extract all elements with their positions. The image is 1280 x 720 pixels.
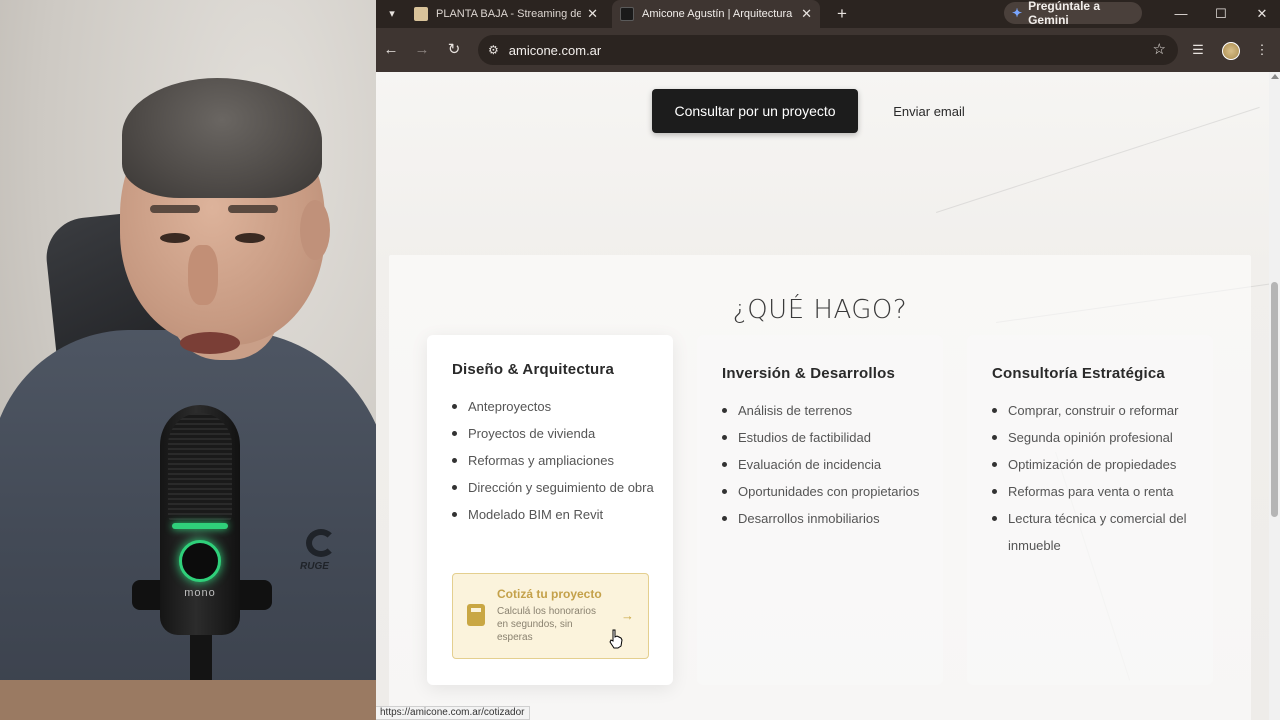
tab-title: Amicone Agustín | Arquitectura: [642, 8, 793, 20]
person-nose: [188, 245, 218, 305]
tab-amicone[interactable]: Amicone Agustín | Arquitectura ✕: [612, 0, 820, 28]
consult-project-button[interactable]: Consultar por un proyecto: [652, 89, 858, 133]
browser-window: ▾ PLANTA BAJA - Streaming de A ✕ Amicone…: [376, 0, 1280, 720]
quote-title: Cotizá tu proyecto: [497, 587, 602, 601]
list-item: Reformas y ampliaciones: [452, 447, 657, 474]
scrollbar-thumb[interactable]: [1271, 282, 1278, 517]
microphone: mono: [160, 405, 240, 635]
section-title: ¿QUÉ HAGO?: [732, 295, 908, 325]
send-email-link[interactable]: Enviar email: [882, 89, 976, 133]
site-settings-icon[interactable]: ⚙: [488, 43, 499, 57]
tab-planta-baja[interactable]: PLANTA BAJA - Streaming de A ✕: [406, 0, 606, 28]
tab-favicon: [620, 7, 634, 21]
hand-cursor-icon: [609, 629, 623, 649]
person-mouth: [180, 332, 240, 354]
service-card-investment: Inversión & Desarrollos Análisis de terr…: [697, 335, 943, 685]
background-sketch-line: [936, 106, 1260, 213]
list-item: Comprar, construir o reformar: [992, 397, 1197, 424]
arrow-right-icon: →: [621, 608, 634, 623]
list-item: Evaluación de incidencia: [722, 451, 927, 478]
person-ear: [300, 200, 330, 260]
forward-arrow-icon[interactable]: →: [412, 40, 432, 60]
tab-search-chevron-icon[interactable]: ▾: [382, 4, 402, 24]
tab-strip: ▾ PLANTA BAJA - Streaming de A ✕ Amicone…: [376, 0, 1280, 28]
gemini-sparkle-icon: ✦: [1012, 6, 1023, 20]
url-text: amicone.com.ar: [508, 42, 602, 58]
address-bar[interactable]: ⚙ amicone.com.ar ☆: [478, 35, 1178, 65]
close-window-icon[interactable]: ✕: [1250, 4, 1274, 24]
new-tab-plus-icon[interactable]: +: [830, 2, 854, 26]
back-arrow-icon[interactable]: ←: [381, 40, 401, 60]
list-item: Proyectos de vivienda: [452, 420, 657, 447]
card-title: Inversión & Desarrollos: [722, 365, 895, 382]
service-card-design: Diseño & Arquitectura Anteproyectos Proy…: [427, 335, 673, 685]
person-eye-left: [160, 233, 190, 243]
minimize-icon[interactable]: —: [1169, 4, 1193, 24]
person-hair: [122, 78, 322, 198]
tab-favicon: [414, 7, 428, 21]
services-section: ¿QUÉ HAGO? Diseño & Arquitectura Antepro…: [389, 255, 1251, 720]
card-list: Comprar, construir o reformar Segunda op…: [992, 397, 1197, 559]
list-item: Segunda opinión profesional: [992, 424, 1197, 451]
reload-icon[interactable]: ↻: [444, 40, 464, 60]
gemini-label: Pregúntale a Gemini: [1028, 0, 1101, 27]
webcam-overlay: RUGE mono: [0, 0, 376, 720]
quote-description: Calculá los honorarios en segundos, sin …: [497, 606, 596, 643]
mic-gain-knob: [179, 540, 221, 582]
tab-title: PLANTA BAJA - Streaming de A: [436, 8, 582, 20]
page-scrollbar[interactable]: [1269, 72, 1280, 720]
desk: [0, 680, 376, 720]
close-tab-icon[interactable]: ✕: [801, 6, 812, 22]
web-page: Consultar por un proyecto Enviar email ¿…: [376, 72, 1269, 720]
reading-list-icon[interactable]: ☰: [1188, 40, 1208, 60]
list-item: Desarrollos inmobiliarios: [722, 505, 927, 532]
shirt-logo-text: RUGE: [300, 561, 329, 572]
person-brow-right: [228, 205, 278, 213]
shirt-logo: RUGE: [300, 525, 342, 575]
maximize-icon[interactable]: ☐: [1209, 4, 1233, 24]
list-item: Estudios de factibilidad: [722, 424, 927, 451]
profile-avatar[interactable]: [1222, 42, 1240, 60]
list-item: Oportunidades con propietarios: [722, 478, 927, 505]
mic-grill: [168, 413, 232, 523]
list-item: Modelado BIM en Revit: [452, 501, 657, 528]
close-tab-icon[interactable]: ✕: [587, 6, 598, 22]
card-list: Análisis de terrenos Estudios de factibi…: [722, 397, 927, 532]
card-title: Diseño & Arquitectura: [452, 361, 615, 378]
calculator-icon: [467, 604, 485, 626]
scroll-up-arrow-icon[interactable]: [1271, 74, 1279, 79]
list-item: Reformas para venta o renta: [992, 478, 1197, 505]
person-brow-left: [150, 205, 200, 213]
service-card-consulting: Consultoría Estratégica Comprar, constru…: [967, 335, 1213, 685]
list-item: Análisis de terrenos: [722, 397, 927, 424]
card-list: Anteproyectos Proyectos de vivienda Refo…: [452, 393, 657, 528]
card-title: Consultoría Estratégica: [992, 365, 1165, 382]
list-item: Dirección y seguimiento de obra: [452, 474, 657, 501]
shirt-logo-mark: [306, 529, 336, 557]
list-item: Anteproyectos: [452, 393, 657, 420]
mic-brand-label: mono: [184, 587, 216, 599]
bookmark-star-icon[interactable]: ☆: [1153, 40, 1166, 58]
list-item: Lectura técnica y comercial del inmueble: [992, 505, 1197, 559]
status-bar-url: https://amicone.com.ar/cotizador: [376, 706, 530, 720]
list-item: Optimización de propiedades: [992, 451, 1197, 478]
menu-kebab-icon[interactable]: ⋮: [1252, 40, 1272, 60]
mic-led-ring: [172, 523, 228, 529]
person-eye-right: [235, 233, 265, 243]
gemini-button[interactable]: ✦ Pregúntale a Gemini: [1004, 0, 1142, 27]
browser-toolbar: ← → ↻ ⚙ amicone.com.ar ☆ ☰ ⋮: [376, 28, 1280, 72]
